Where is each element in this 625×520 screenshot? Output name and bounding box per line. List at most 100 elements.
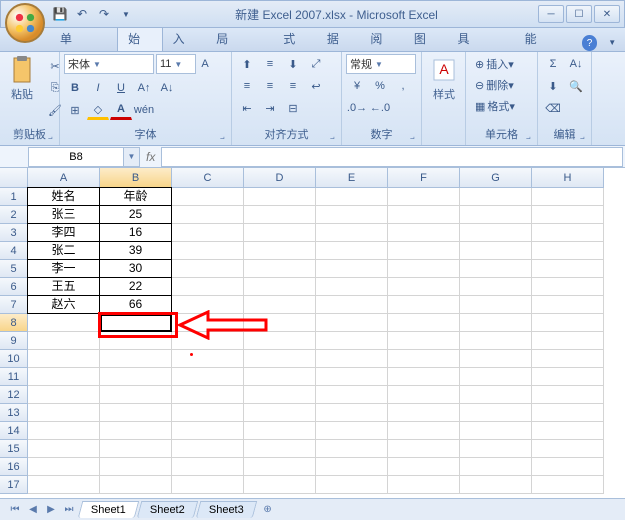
col-header[interactable]: E bbox=[316, 168, 388, 188]
orientation-icon[interactable]: ⤢ bbox=[305, 54, 327, 74]
undo-icon[interactable]: ↶ bbox=[73, 5, 91, 23]
cell[interactable] bbox=[532, 440, 604, 458]
font-name-combo[interactable]: 宋体▼ bbox=[64, 54, 154, 74]
cell[interactable] bbox=[388, 476, 460, 494]
col-header[interactable]: C bbox=[172, 168, 244, 188]
worksheet-grid[interactable]: A B C D E F G H 1姓名年龄2张三253李四164张二395李一3… bbox=[0, 168, 625, 498]
cell[interactable] bbox=[28, 314, 100, 332]
sort-icon[interactable]: A↓ bbox=[565, 54, 587, 74]
cell[interactable] bbox=[244, 224, 316, 242]
borders-button[interactable]: ⊞ bbox=[64, 100, 86, 120]
cell[interactable] bbox=[316, 368, 388, 386]
cell[interactable] bbox=[532, 224, 604, 242]
cell[interactable] bbox=[388, 458, 460, 476]
cell[interactable] bbox=[244, 188, 316, 206]
cell[interactable]: 李四 bbox=[27, 223, 100, 242]
cell[interactable] bbox=[388, 350, 460, 368]
cell[interactable] bbox=[316, 224, 388, 242]
cell[interactable] bbox=[244, 422, 316, 440]
cell[interactable] bbox=[532, 206, 604, 224]
cell[interactable] bbox=[388, 440, 460, 458]
cell[interactable]: 25 bbox=[99, 205, 172, 224]
cell[interactable] bbox=[388, 224, 460, 242]
cell[interactable] bbox=[316, 314, 388, 332]
formula-bar[interactable] bbox=[161, 147, 623, 167]
cell[interactable] bbox=[460, 404, 532, 422]
row-header[interactable]: 16 bbox=[0, 458, 28, 476]
row-header[interactable]: 1 bbox=[0, 188, 28, 206]
insert-cells-button[interactable]: ⊕插入▾ bbox=[470, 54, 519, 74]
cell[interactable] bbox=[244, 206, 316, 224]
shrink-font-button[interactable]: A↓ bbox=[156, 78, 178, 98]
maximize-button[interactable]: ☐ bbox=[566, 5, 592, 23]
cell[interactable] bbox=[316, 422, 388, 440]
cell[interactable]: 66 bbox=[99, 295, 172, 314]
cell[interactable] bbox=[244, 368, 316, 386]
cell[interactable] bbox=[28, 404, 100, 422]
cell[interactable] bbox=[532, 332, 604, 350]
font-size-combo[interactable]: 11▼ bbox=[156, 54, 196, 74]
cell[interactable] bbox=[172, 224, 244, 242]
cell[interactable] bbox=[172, 314, 244, 332]
cell[interactable] bbox=[460, 458, 532, 476]
cell[interactable] bbox=[316, 332, 388, 350]
align-bot-icon[interactable]: ⬇ bbox=[282, 54, 304, 74]
cell[interactable] bbox=[100, 458, 172, 476]
row-header[interactable]: 14 bbox=[0, 422, 28, 440]
cell[interactable] bbox=[172, 368, 244, 386]
row-header[interactable]: 10 bbox=[0, 350, 28, 368]
save-icon[interactable]: 💾 bbox=[51, 5, 69, 23]
cell[interactable]: 王五 bbox=[27, 277, 100, 296]
cell[interactable] bbox=[388, 422, 460, 440]
cell[interactable] bbox=[532, 188, 604, 206]
cell[interactable] bbox=[388, 260, 460, 278]
cell[interactable]: 姓名 bbox=[27, 187, 100, 206]
cell[interactable] bbox=[244, 404, 316, 422]
cell[interactable] bbox=[460, 440, 532, 458]
cell[interactable]: 39 bbox=[99, 241, 172, 260]
bold-button[interactable]: B bbox=[64, 78, 86, 98]
cell[interactable] bbox=[172, 296, 244, 314]
cell[interactable] bbox=[388, 404, 460, 422]
clear-icon[interactable]: ⌫ bbox=[542, 98, 564, 118]
cell[interactable]: 年龄 bbox=[99, 187, 172, 206]
cell[interactable] bbox=[316, 206, 388, 224]
row-header[interactable]: 15 bbox=[0, 440, 28, 458]
cell[interactable] bbox=[316, 476, 388, 494]
cell[interactable] bbox=[172, 242, 244, 260]
align-left-icon[interactable]: ≡ bbox=[236, 76, 258, 96]
cell[interactable] bbox=[316, 350, 388, 368]
minimize-button[interactable]: ─ bbox=[538, 5, 564, 23]
cell[interactable] bbox=[460, 260, 532, 278]
dec-decimal-icon[interactable]: ←.0 bbox=[369, 98, 391, 118]
cell[interactable] bbox=[388, 386, 460, 404]
fill-icon[interactable]: ⬇ bbox=[542, 76, 564, 96]
number-format-combo[interactable]: 常规▼ bbox=[346, 54, 416, 74]
align-top-icon[interactable]: ⬆ bbox=[236, 54, 258, 74]
cell[interactable] bbox=[172, 350, 244, 368]
cell[interactable] bbox=[460, 368, 532, 386]
format-cells-button[interactable]: ▦格式▾ bbox=[470, 96, 520, 116]
cell[interactable] bbox=[460, 296, 532, 314]
cell[interactable] bbox=[244, 260, 316, 278]
wrap-text-icon[interactable]: ↩ bbox=[305, 76, 327, 96]
percent-icon[interactable]: % bbox=[369, 76, 391, 96]
font-color-button[interactable]: A bbox=[110, 100, 132, 120]
cell[interactable] bbox=[388, 314, 460, 332]
cell[interactable] bbox=[532, 476, 604, 494]
cell[interactable] bbox=[316, 296, 388, 314]
indent-inc-icon[interactable]: ⇥ bbox=[259, 98, 281, 118]
col-header[interactable]: H bbox=[532, 168, 604, 188]
qat-dropdown-icon[interactable]: ▼ bbox=[117, 5, 135, 23]
cell[interactable]: 李一 bbox=[27, 259, 100, 278]
cell[interactable] bbox=[316, 242, 388, 260]
cell[interactable] bbox=[28, 386, 100, 404]
cell[interactable] bbox=[316, 188, 388, 206]
cell[interactable]: 16 bbox=[99, 223, 172, 242]
fill-color-button[interactable]: ◇ bbox=[87, 100, 109, 120]
cell[interactable] bbox=[244, 476, 316, 494]
cell[interactable] bbox=[532, 404, 604, 422]
cell[interactable]: 赵六 bbox=[27, 295, 100, 314]
indent-dec-icon[interactable]: ⇤ bbox=[236, 98, 258, 118]
cell[interactable] bbox=[172, 404, 244, 422]
